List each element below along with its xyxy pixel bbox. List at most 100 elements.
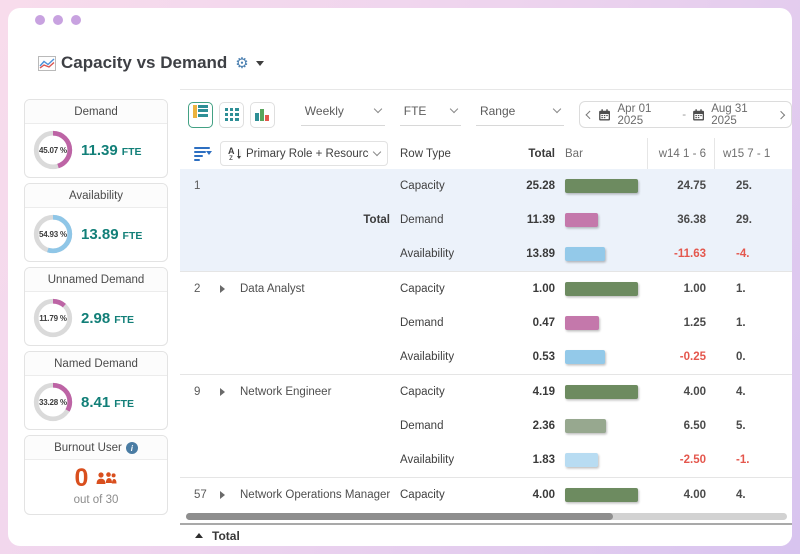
week2-value: 1.: [714, 317, 792, 329]
row-number: 1: [180, 180, 220, 192]
total-value: 1.83: [490, 454, 555, 466]
percent-label: 54.93 %: [32, 213, 74, 255]
horizontal-scrollbar[interactable]: [186, 513, 787, 520]
column-header-total: Total: [490, 148, 555, 160]
view-split-button[interactable]: [188, 102, 213, 128]
period-select[interactable]: Weekly: [301, 104, 385, 126]
availability-bar: [565, 453, 598, 467]
table-row[interactable]: Availability 0.53 -0.25 0.: [180, 340, 792, 374]
row-type: Capacity: [400, 386, 490, 398]
fte-unit: FTE: [114, 398, 134, 410]
role-grouping-select[interactable]: Az Primary Role + Resource...: [220, 141, 388, 166]
scrollbar-thumb[interactable]: [186, 513, 613, 520]
chevron-down-icon: [374, 105, 382, 113]
table-row[interactable]: Demand 0.47 1.25 1.: [180, 306, 792, 340]
capacity-bar: [565, 179, 638, 193]
availability-bar: [565, 350, 605, 364]
row-number: 2: [180, 283, 220, 295]
gear-icon[interactable]: ⚙: [235, 54, 248, 72]
pinned-total-row[interactable]: Total: [180, 523, 792, 546]
table-row[interactable]: Total Demand 11.39 36.38 29.: [180, 203, 792, 237]
demand-donut: 45.07 %: [32, 129, 74, 171]
calendar-icon: [692, 108, 705, 122]
app-window: Capacity vs Demand ⚙ Demand 45.07 % 11.3…: [8, 8, 792, 546]
row-type: Demand: [400, 214, 490, 226]
total-value: 4.00: [490, 489, 555, 501]
window-controls: [8, 8, 792, 25]
main-panel: Weekly FTE Range Apr 01 2025 - Aug 31 20…: [180, 89, 792, 546]
group-name: Data Analyst: [240, 283, 400, 295]
previous-range-button[interactable]: [585, 110, 593, 118]
window-dot-icon[interactable]: [71, 15, 81, 25]
filter-sort-icon[interactable]: [194, 147, 212, 161]
table-row[interactable]: 9 Network Engineer Capacity 4.19 4.00 4.: [180, 375, 792, 409]
demand-bar: [565, 316, 599, 330]
table-row[interactable]: Demand 2.36 6.50 5.: [180, 409, 792, 443]
fte-unit: FTE: [114, 314, 134, 326]
kpi-card-burnout: Burnout User i 0: [24, 435, 168, 515]
info-icon[interactable]: i: [126, 442, 138, 454]
expand-icon[interactable]: [220, 388, 225, 396]
page-header: Capacity vs Demand ⚙: [38, 52, 792, 74]
page-title: Capacity vs Demand: [61, 53, 227, 73]
date-to[interactable]: Aug 31 2025: [711, 103, 772, 127]
week2-value: 29.: [714, 214, 792, 226]
row-type: Demand: [400, 317, 490, 329]
week2-value: 1.: [714, 283, 792, 295]
row-type: Availability: [400, 454, 490, 466]
bar-chart-view-icon: [255, 108, 269, 121]
group-name: Network Engineer: [240, 386, 400, 398]
unit-select[interactable]: FTE: [400, 104, 461, 126]
demand-bar: [565, 213, 598, 227]
next-range-button[interactable]: [777, 110, 785, 118]
total-value: 25.28: [490, 180, 555, 192]
view-chart-button[interactable]: [250, 102, 275, 128]
week2-value: 4.: [714, 489, 792, 501]
burnout-count: 0: [75, 464, 89, 493]
range-select-value: Range: [480, 104, 515, 118]
expand-icon[interactable]: [220, 285, 225, 293]
week2-value: -4.: [714, 248, 792, 260]
row-type: Availability: [400, 248, 490, 260]
collapse-icon[interactable]: [195, 533, 203, 538]
expand-icon[interactable]: [220, 491, 225, 499]
kpi-card-demand: Demand 45.07 % 11.39FTE: [24, 99, 168, 178]
availability-bar: [565, 247, 605, 261]
week1-value: 24.75: [647, 180, 714, 192]
week2-value: -1.: [714, 454, 792, 466]
sort-alpha-icon: Az: [228, 147, 241, 160]
week1-value: -11.63: [647, 248, 714, 260]
window-dot-icon[interactable]: [35, 15, 45, 25]
chevron-down-icon[interactable]: [256, 61, 264, 66]
week1-value: 6.50: [647, 420, 714, 432]
group-label: Total: [240, 214, 400, 226]
window-dot-icon[interactable]: [53, 15, 63, 25]
total-value: 4.19: [490, 386, 555, 398]
table-row[interactable]: 2 Data Analyst Capacity 1.00 1.00 1.: [180, 272, 792, 306]
percent-label: 11.79 %: [32, 297, 74, 339]
table-row[interactable]: Availability 13.89 -11.63 -4.: [180, 237, 792, 271]
fte-value: 11.39: [81, 142, 118, 159]
named-demand-donut: 33.28 %: [32, 381, 74, 423]
toolbar: Weekly FTE Range Apr 01 2025 - Aug 31 20…: [180, 90, 792, 138]
kpi-card-title: Unnamed Demand: [25, 268, 167, 292]
table-group-network-operations-manager: 57 Network Operations Manager Capacity 4…: [180, 477, 792, 509]
view-grid-button[interactable]: [219, 102, 244, 128]
fte-value: 13.89: [81, 226, 119, 243]
table-row[interactable]: Availability 1.83 -2.50 -1.: [180, 443, 792, 477]
table-row[interactable]: 1 Capacity 25.28 24.75 25.: [180, 169, 792, 203]
table-group-data-analyst: 2 Data Analyst Capacity 1.00 1.00 1. Dem…: [180, 271, 792, 374]
date-from[interactable]: Apr 01 2025: [618, 103, 677, 127]
split-view-icon: [193, 105, 208, 118]
row-type: Availability: [400, 351, 490, 363]
burnout-caption: out of 30: [74, 494, 119, 506]
capacity-bar: [565, 488, 638, 502]
total-value: 0.47: [490, 317, 555, 329]
week2-value: 25.: [714, 180, 792, 192]
people-icon: [96, 471, 117, 487]
fte-unit: FTE: [122, 146, 142, 158]
kpi-card-named-demand: Named Demand 33.28 % 8.41FTE: [24, 351, 168, 430]
table-row[interactable]: 57 Network Operations Manager Capacity 4…: [180, 478, 792, 509]
week1-value: -0.25: [647, 351, 714, 363]
range-select[interactable]: Range: [476, 104, 564, 126]
